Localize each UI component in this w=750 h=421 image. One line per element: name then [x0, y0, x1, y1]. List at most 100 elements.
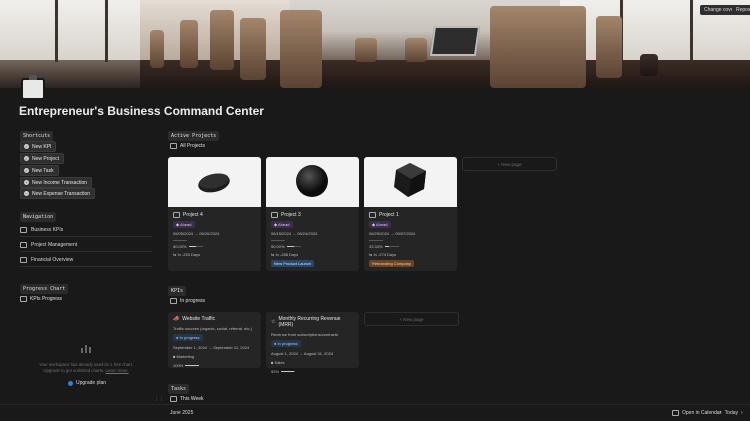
progress-row: 33.33% — [369, 244, 452, 249]
kpi-tag: ■ Sales — [271, 360, 285, 365]
reposition-button[interactable]: Reposition — [732, 5, 750, 15]
status-badge: ◆ Ahead — [369, 221, 391, 228]
calendar-month: June 2025 — [170, 410, 194, 416]
chair — [640, 54, 658, 76]
view-label: All Projects — [180, 143, 206, 149]
plus-icon: + — [24, 180, 29, 185]
page-icon — [20, 257, 27, 263]
status-text: In progress — [277, 341, 298, 346]
chevron-left-icon[interactable]: ‹ — [720, 410, 722, 416]
days-remaining: ⇆ In -274 Days — [369, 252, 397, 257]
upgrade-message: Your workspace has already used its 1 fr… — [20, 362, 152, 374]
chair — [240, 18, 266, 80]
page-title: Entrepreneur's Business Command Center — [19, 104, 264, 118]
progress-row: 50.00% — [271, 244, 354, 249]
open-in-calendar-button[interactable]: Open in Calendar — [672, 410, 721, 416]
in-progress-view[interactable]: In progress — [170, 298, 205, 304]
project-tag: Rebranding Company — [369, 260, 414, 267]
window-left — [0, 0, 140, 60]
cover-image: Change cover Reposition — [0, 0, 750, 88]
kpi-card[interactable]: 📣 Website Traffic Traffic sources (organi… — [168, 312, 261, 368]
nav-label: Project Management — [31, 242, 78, 248]
new-kpi-button[interactable]: ✓ New KPI — [20, 141, 57, 152]
progress-percent: 50.00% — [173, 244, 187, 249]
project-image — [364, 157, 457, 207]
check-icon: ✓ — [24, 168, 29, 173]
learn-more-link[interactable]: Learn more. — [105, 368, 128, 373]
project-name: Project 4 — [173, 212, 256, 218]
new-project-button[interactable]: ✓ New Project — [20, 153, 64, 164]
megaphone-icon: 📣 — [173, 316, 180, 322]
doc-icon — [173, 212, 180, 218]
new-project-page-button[interactable]: + New page — [462, 157, 557, 171]
mullion — [105, 0, 108, 62]
cube-image — [394, 163, 426, 197]
nav-item-financial-overview[interactable]: Financial Overview — [20, 257, 152, 263]
upgrade-icon — [68, 380, 73, 386]
progress-fill — [185, 365, 200, 367]
monitor — [429, 26, 481, 56]
calendar-nav[interactable]: ‹ Today › — [720, 410, 743, 416]
kpi-title: Monthly Recurring Revenue (MRR) — [278, 316, 341, 328]
divider — [20, 266, 152, 267]
nav-item-project-management[interactable]: Project Management — [20, 242, 152, 248]
check-icon: ✓ — [24, 156, 29, 161]
progress-percent: 100% — [173, 363, 184, 368]
new-task-button[interactable]: ✓ New Task — [20, 165, 59, 176]
divider — [369, 240, 383, 241]
project-card[interactable]: Project 3 ◆ Ahead 06/15/2024 → 06/24/202… — [266, 157, 359, 271]
calendar-icon — [672, 410, 679, 416]
kpi-dates: September 1, 2024 → September 11, 2024 — [173, 345, 250, 350]
sphere-image — [296, 165, 328, 197]
status-badge: ◆ Ahead — [271, 221, 293, 228]
chevron-right-icon[interactable]: › — [741, 410, 743, 416]
all-projects-view[interactable]: All Projects — [170, 143, 205, 149]
progress-bar — [188, 246, 203, 248]
project-tag: New Product Launch — [271, 260, 315, 267]
button-label: New KPI — [32, 143, 52, 150]
project-dates: 06/25/2024 → 09/07/2024 — [369, 231, 416, 236]
shortcuts-label: Shortcuts — [20, 131, 54, 141]
project-card[interactable]: Project 1 ◆ Ahead 06/25/2024 → 09/07/202… — [364, 157, 457, 271]
view-label: KPIs Progress — [30, 296, 62, 302]
project-title: Project 4 — [183, 212, 203, 218]
status-badge: ● In progress — [271, 340, 301, 347]
divider — [20, 236, 152, 237]
star-icon: ☆ — [271, 319, 276, 325]
disc-image — [198, 173, 230, 193]
progress-row: 50.00% — [173, 244, 256, 249]
status-badge: ● In progress — [173, 334, 203, 341]
upgrade-plan-button[interactable]: Upgrade plan — [68, 380, 106, 386]
nav-label: Financial Overview — [31, 257, 74, 263]
kpi-name: 📣 Website Traffic — [173, 316, 256, 322]
new-income-transaction-button[interactable]: + New Income Transaction — [20, 177, 93, 188]
chair — [180, 20, 198, 68]
chair — [355, 38, 377, 62]
check-icon: ✓ — [24, 144, 29, 149]
today-button[interactable]: Today — [725, 410, 738, 416]
kpi-description: Revenue from subscriptions/contracts — [271, 332, 338, 337]
button-label: Open in Calendar — [682, 410, 722, 416]
upgrade-line: Upgrade to get unlimited charts. — [43, 368, 105, 373]
progress-row: 92% — [271, 369, 354, 374]
new-kpi-page-button[interactable]: + New page — [364, 312, 459, 326]
project-name: Project 3 — [271, 212, 354, 218]
kpis-progress-view[interactable]: KPIs Progress — [20, 296, 62, 302]
kpi-card[interactable]: ☆ Monthly Recurring Revenue (MRR) Revenue… — [266, 312, 359, 374]
mullion — [690, 0, 693, 62]
button-label: New Expense Transaction — [32, 190, 91, 197]
button-label: New Project — [32, 155, 59, 162]
status-text: In progress — [179, 335, 200, 340]
kpis-label: KPIs — [168, 286, 187, 296]
progress-bar — [286, 246, 301, 248]
new-expense-transaction-button[interactable]: − New Expense Transaction — [20, 188, 96, 199]
project-card[interactable]: Project 4 ◆ Ahead 06/05/2024 → 06/20/202… — [168, 157, 261, 271]
drag-handle-icon[interactable]: ⋮⋮ — [154, 396, 164, 402]
progress-fill — [286, 246, 294, 248]
status-badge: ◆ Ahead — [173, 221, 195, 228]
this-week-view[interactable]: This Week — [170, 396, 204, 402]
nav-item-business-kpis[interactable]: Business KPIs — [20, 227, 152, 233]
page-icon[interactable] — [21, 75, 45, 100]
chair — [596, 16, 622, 78]
doc-icon — [369, 212, 376, 218]
